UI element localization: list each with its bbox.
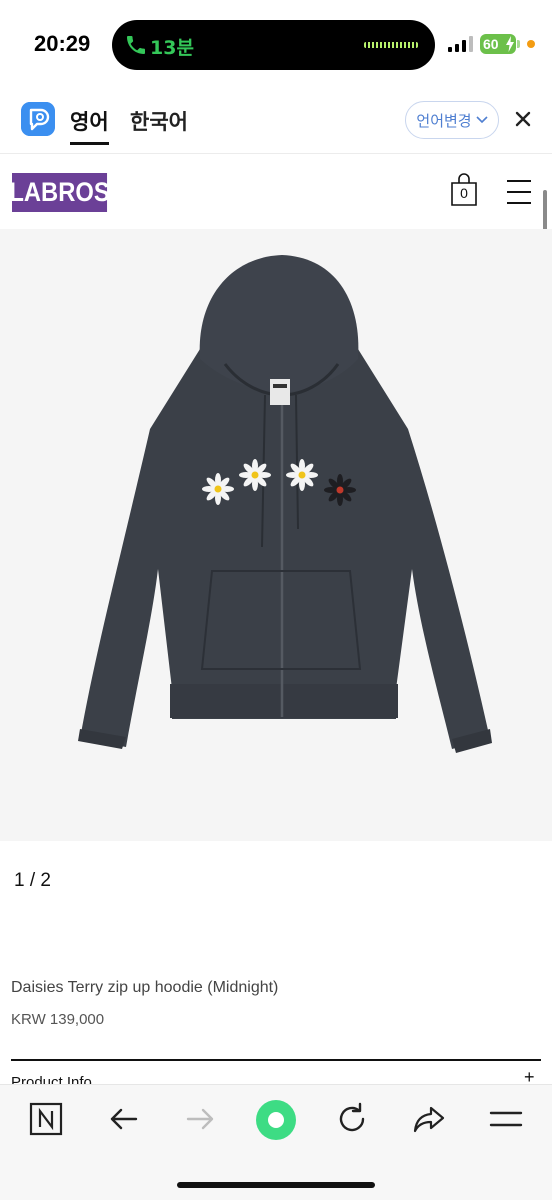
privacy-indicator-dot (527, 40, 535, 48)
tab-source-language[interactable]: 영어 (70, 106, 109, 145)
change-language-label: 언어변경 (416, 111, 472, 130)
hoodie-illustration (78, 255, 492, 753)
translator-bar: 영어 한국어 언어변경 (0, 90, 552, 154)
call-duration: 13분 (150, 37, 194, 59)
cart-count: 0 (460, 185, 468, 201)
share-icon[interactable] (411, 1101, 447, 1137)
refresh-icon[interactable] (334, 1101, 370, 1137)
home-indicator[interactable] (177, 1182, 375, 1188)
expand-icon[interactable]: + (524, 1070, 535, 1084)
change-language-button[interactable]: 언어변경 (405, 101, 499, 139)
back-arrow-icon[interactable] (106, 1101, 142, 1137)
menu-lines-icon[interactable] (488, 1101, 524, 1137)
battery-indicator: 60 (480, 34, 516, 54)
clock: 20:29 (34, 31, 91, 56)
product-price: KRW 139,000 (11, 1011, 105, 1028)
audio-wave-icon (364, 42, 418, 48)
browser-toolbar (0, 1084, 552, 1200)
tab-target-language[interactable]: 한국어 (130, 106, 188, 136)
cellular-signal-icon (448, 36, 473, 52)
section-divider (11, 1059, 541, 1061)
product-name: Daisies Terry zip up hoodie (Midnight) (11, 979, 279, 996)
close-icon[interactable] (512, 108, 534, 130)
image-counter: 1 / 2 (14, 870, 51, 891)
charging-bolt-icon (506, 36, 514, 52)
phone-icon (127, 36, 145, 54)
battery-level: 60 (483, 36, 499, 52)
status-bar: 20:29 13분 60 (0, 0, 552, 90)
site-logo[interactable]: LABROS (9, 173, 110, 212)
dynamic-island-call[interactable]: 13분 (112, 20, 435, 70)
forward-arrow-icon[interactable] (182, 1101, 218, 1137)
translator-logo-icon[interactable] (21, 102, 55, 136)
naver-n-icon[interactable] (28, 1101, 64, 1137)
cart-button[interactable]: 0 (448, 173, 480, 207)
chevron-down-icon (476, 116, 488, 124)
home-green-icon[interactable] (255, 1099, 297, 1141)
site-header: LABROS 0 (0, 155, 552, 229)
product-image[interactable] (0, 229, 552, 841)
hamburger-menu-icon[interactable] (506, 179, 532, 205)
battery-cap (517, 40, 520, 48)
